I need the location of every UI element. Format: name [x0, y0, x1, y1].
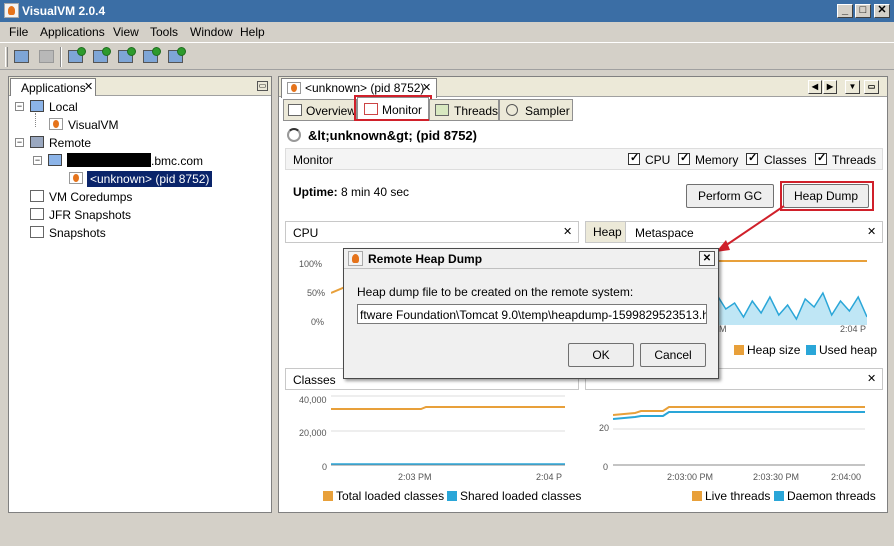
add-jfr-snapshot-icon[interactable]: [116, 47, 136, 67]
add-jmx-connection-icon[interactable]: [66, 47, 86, 67]
legend-daemon-threads: Daemon threads: [774, 489, 876, 503]
redacted-hostname: [67, 153, 151, 167]
remote-host-icon: [48, 154, 62, 166]
remote-hosts-icon: [30, 136, 44, 148]
tab-scroll-right[interactable]: ▶: [823, 80, 837, 94]
panel-minimize-button[interactable]: ▭: [257, 81, 268, 91]
dialog-ok-button[interactable]: OK: [568, 343, 634, 367]
tab-sampler[interactable]: Sampler: [499, 99, 573, 121]
menu-window[interactable]: Window: [190, 25, 233, 39]
title-bar: VisualVM 2.0.4 _ □ ✕: [0, 0, 894, 22]
used-heap-area: [717, 293, 867, 325]
dialog-app-icon: [348, 251, 363, 266]
close-button[interactable]: ✕: [874, 4, 890, 18]
classes-checkbox[interactable]: [746, 151, 758, 165]
memory-checkbox[interactable]: [678, 151, 690, 165]
tab-metaspace[interactable]: Metaspace: [635, 226, 694, 240]
menu-applications[interactable]: Applications: [40, 25, 105, 39]
menu-tools[interactable]: Tools: [150, 25, 178, 39]
threads-icon: [435, 104, 449, 116]
page-title: &lt;unknown&gt; (pid 8752): [308, 128, 477, 143]
maximize-button[interactable]: □: [855, 4, 871, 18]
add-coredump-icon[interactable]: [141, 47, 161, 67]
tab-scroll-left[interactable]: ◀: [808, 80, 822, 94]
sampler-icon: [506, 104, 518, 116]
monitor-highlight: [354, 95, 432, 121]
heap-chart: [717, 260, 867, 325]
total-classes-line: [331, 406, 565, 410]
save-snapshot-icon[interactable]: [37, 47, 57, 67]
jmx-tab-icon: [287, 82, 301, 94]
tab-heap[interactable]: Heap: [586, 222, 626, 242]
jfr-icon: [30, 208, 44, 220]
legend-shared-classes: Shared loaded classes: [447, 489, 581, 503]
legend-used-heap: Used heap: [806, 343, 877, 357]
cpu-panel-close[interactable]: ✕: [563, 225, 572, 238]
uptime-label: Uptime:: [293, 185, 338, 199]
load-snapshot-icon[interactable]: [12, 47, 32, 67]
add-remote-host-icon[interactable]: [91, 47, 111, 67]
applications-tab[interactable]: Applications ✕: [10, 78, 96, 96]
menu-help[interactable]: Help: [240, 25, 265, 39]
dialog-cancel-button[interactable]: Cancel: [640, 343, 706, 367]
window-title: VisualVM 2.0.4: [22, 4, 106, 18]
loading-spinner-icon: [287, 128, 301, 142]
tab-threads[interactable]: Threads: [429, 99, 499, 121]
legend-live-threads: Live threads: [692, 489, 770, 503]
legend-total-classes: Total loaded classes: [323, 489, 444, 503]
menu-bar: File Applications View Tools Window Help: [0, 22, 894, 42]
tab-maximize[interactable]: ▭: [864, 80, 879, 94]
local-host-icon: [30, 100, 44, 112]
overview-icon: [288, 104, 302, 116]
legend-heap-size: Heap size: [734, 343, 800, 357]
jmx-process-icon: [69, 172, 83, 184]
toolbar: [0, 42, 894, 70]
heap-dump-highlight: [780, 181, 874, 211]
tab-list-dropdown[interactable]: ▼: [845, 80, 860, 94]
monitor-section-label: Monitor: [293, 153, 334, 167]
cpu-panel-header: CPU ✕: [285, 221, 579, 243]
coredump-icon: [30, 190, 44, 202]
daemon-threads-line: [613, 411, 865, 420]
dialog-title-bar: Remote Heap Dump ✕: [344, 249, 718, 269]
heap-dump-path-field[interactable]: ftware Foundation\Tomcat 9.0\temp\heapdu…: [357, 304, 707, 324]
doc-tab-close[interactable]: ✕: [422, 81, 431, 94]
applications-tab-close[interactable]: ✕: [84, 80, 93, 93]
dialog-close-button[interactable]: ✕: [699, 251, 715, 266]
menu-file[interactable]: File: [9, 25, 28, 39]
applications-panel: ▭ − Local VisualVM − Remote − .bmc.com <…: [8, 76, 272, 513]
snapshots-icon: [30, 226, 44, 238]
uptime-value: 8 min 40 sec: [341, 185, 410, 199]
threads-checkbox[interactable]: [815, 151, 827, 165]
minimize-button[interactable]: _: [837, 4, 853, 18]
heap-panel-close[interactable]: ✕: [867, 225, 876, 238]
visualvm-app-icon: [4, 3, 19, 18]
threads-panel-close[interactable]: ✕: [867, 372, 876, 385]
dialog-label: Heap dump file to be created on the remo…: [357, 285, 634, 299]
menu-view[interactable]: View: [113, 25, 139, 39]
java-app-icon: [49, 118, 63, 130]
threads-chart: [613, 406, 865, 466]
remote-heap-dump-dialog: Remote Heap Dump ✕ Heap dump file to be …: [343, 248, 719, 379]
classes-chart: [331, 395, 565, 466]
add-snapshot-icon[interactable]: [166, 47, 186, 67]
cpu-checkbox[interactable]: [628, 151, 640, 165]
tab-overview[interactable]: Overview: [283, 99, 357, 121]
